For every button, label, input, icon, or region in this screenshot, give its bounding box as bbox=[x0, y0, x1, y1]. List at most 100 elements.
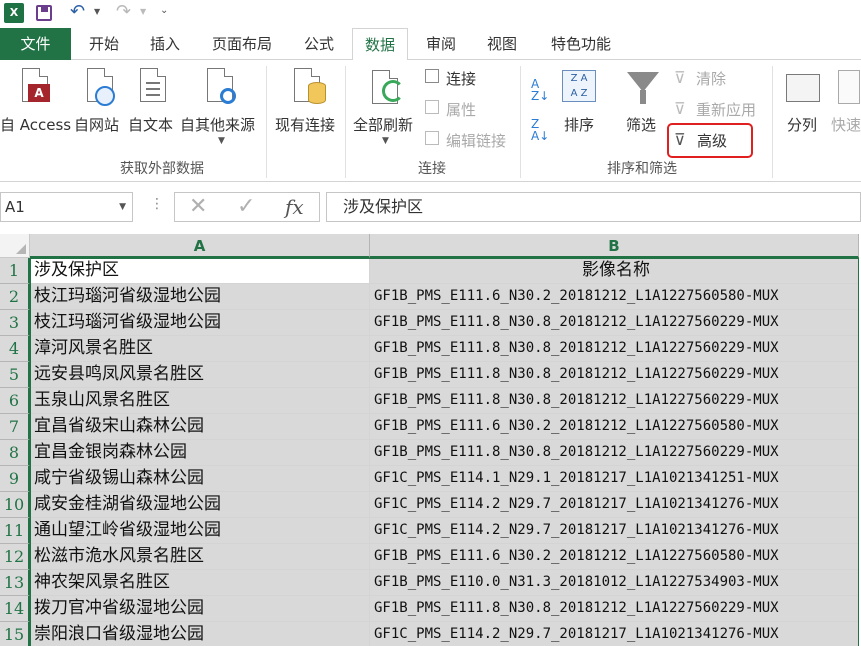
customize-icon[interactable]: ⌄ bbox=[160, 5, 168, 16]
from-other-label: 自其他来源 bbox=[180, 116, 256, 134]
row-header[interactable]: 13 bbox=[0, 570, 30, 596]
cell-a[interactable]: 远安县鸣凤风景名胜区 bbox=[30, 362, 370, 388]
row-header[interactable]: 12 bbox=[0, 544, 30, 570]
tab-page-layout[interactable]: 页面布局 bbox=[200, 28, 284, 60]
enter-icon[interactable]: ✓ bbox=[237, 193, 255, 221]
redo-dropdown-icon[interactable]: ▼ bbox=[140, 7, 146, 16]
edit-links-label: 编辑链接 bbox=[446, 132, 507, 150]
row-header[interactable]: 6 bbox=[0, 388, 30, 414]
row-header[interactable]: 14 bbox=[0, 596, 30, 622]
cell-b[interactable]: GF1B_PMS_E111.8_N30.8_20181212_L1A122756… bbox=[370, 336, 859, 362]
row-header[interactable]: 9 bbox=[0, 466, 30, 492]
cell-a[interactable]: 通山望江岭省级湿地公园 bbox=[30, 518, 370, 544]
cell-b[interactable]: GF1C_PMS_E114.1_N29.1_20181217_L1A102134… bbox=[370, 466, 859, 492]
tab-review[interactable]: 审阅 bbox=[414, 28, 468, 60]
cell-a[interactable]: 拨刀官冲省级湿地公园 bbox=[30, 596, 370, 622]
column-header-a[interactable]: A bbox=[30, 234, 370, 258]
undo-dropdown-icon[interactable]: ▼ bbox=[94, 7, 100, 16]
other-sources-icon bbox=[220, 88, 236, 104]
text-lines-icon bbox=[146, 82, 160, 84]
reapply-icon: ⊽ bbox=[674, 99, 686, 118]
formula-input[interactable]: 涉及保护区 bbox=[326, 192, 861, 222]
quick-access-toolbar: X ↶ ▼ ↷ ▼ ⌄ bbox=[0, 0, 861, 28]
worksheet-grid: A B 1 涉及保护区 影像名称 2 枝江玛瑙河省级湿地公园 GF1B_PMS_E111.… bbox=[0, 234, 861, 646]
cell-a[interactable]: 枝江玛瑙河省级湿地公园 bbox=[30, 284, 370, 310]
row-header[interactable]: 10 bbox=[0, 492, 30, 518]
cell-b[interactable]: 影像名称 bbox=[370, 258, 859, 284]
name-box-value: A1 bbox=[5, 198, 25, 216]
row-header[interactable]: 11 bbox=[0, 518, 30, 544]
sort-za-icon[interactable]: Z A↓ bbox=[531, 118, 549, 142]
refresh-icon bbox=[382, 80, 404, 102]
cell-a[interactable]: 宜昌省级宋山森林公园 bbox=[30, 414, 370, 440]
name-box[interactable]: A1 ▼ bbox=[0, 192, 133, 222]
edit-links-icon bbox=[425, 131, 439, 145]
cell-b[interactable]: GF1B_PMS_E111.8_N30.8_20181212_L1A122756… bbox=[370, 388, 859, 414]
cell-a[interactable]: 松滋市洈水风景名胜区 bbox=[30, 544, 370, 570]
cell-b[interactable]: GF1B_PMS_E111.6_N30.2_20181212_L1A122756… bbox=[370, 544, 859, 570]
cell-a[interactable]: 神农架风景名胜区 bbox=[30, 570, 370, 596]
formula-buttons: ✕ ✓ fx bbox=[174, 192, 320, 222]
tab-special[interactable]: 特色功能 bbox=[538, 28, 624, 60]
group-label-connections: 连接 bbox=[418, 161, 446, 177]
properties-icon bbox=[425, 100, 439, 114]
row-header[interactable]: 7 bbox=[0, 414, 30, 440]
insert-function-icon[interactable]: fx bbox=[285, 193, 304, 221]
cell-a[interactable]: 咸安金桂湖省级湿地公园 bbox=[30, 492, 370, 518]
sort-az-icon[interactable]: A Z↓ bbox=[531, 78, 549, 102]
chevron-down-icon[interactable]: ▼ bbox=[119, 193, 126, 221]
cell-b[interactable]: GF1B_PMS_E111.8_N30.8_20181212_L1A122756… bbox=[370, 440, 859, 466]
tab-file[interactable]: 文件 bbox=[0, 28, 71, 60]
cell-b[interactable]: GF1B_PMS_E111.8_N30.8_20181212_L1A122756… bbox=[370, 596, 859, 622]
advanced-label: 高级 bbox=[697, 132, 728, 150]
cell-a[interactable]: 枝江玛瑙河省级湿地公园 bbox=[30, 310, 370, 336]
cell-b[interactable]: GF1C_PMS_E114.2_N29.7_20181217_L1A102134… bbox=[370, 622, 859, 646]
row-header[interactable]: 5 bbox=[0, 362, 30, 388]
refresh-all-label: 全部刷新 bbox=[353, 116, 414, 134]
ribbon: A 自 Access 自网站 自文本 自其他来源 ▼ 现有连接 获取外部数据 全… bbox=[0, 60, 861, 182]
properties-label: 属性 bbox=[446, 101, 477, 119]
connections-icon bbox=[425, 69, 439, 83]
row-header[interactable]: 1 bbox=[0, 258, 30, 284]
column-header-b[interactable]: B bbox=[370, 234, 859, 258]
row-header[interactable]: 4 bbox=[0, 336, 30, 362]
cell-b[interactable]: GF1B_PMS_E111.8_N30.8_20181212_L1A122756… bbox=[370, 362, 859, 388]
cell-b[interactable]: GF1B_PMS_E111.6_N30.2_20181212_L1A122756… bbox=[370, 284, 859, 310]
clear-label: 清除 bbox=[696, 70, 727, 88]
row-header[interactable]: 3 bbox=[0, 310, 30, 336]
cell-a[interactable]: 宜昌金银岗森林公园 bbox=[30, 440, 370, 466]
chevron-down-icon: ▼ bbox=[382, 136, 389, 146]
cancel-icon[interactable]: ✕ bbox=[189, 193, 207, 221]
cell-a[interactable]: 玉泉山风景名胜区 bbox=[30, 388, 370, 414]
connections-label: 连接 bbox=[446, 70, 477, 88]
sort-label: 排序 bbox=[564, 116, 595, 134]
cell-a[interactable]: 咸宁省级锡山森林公园 bbox=[30, 466, 370, 492]
cell-b[interactable]: GF1B_PMS_E111.6_N30.2_20181212_L1A122756… bbox=[370, 414, 859, 440]
cell-a[interactable]: 漳河风景名胜区 bbox=[30, 336, 370, 362]
access-label: 自 Access bbox=[0, 116, 72, 134]
text-doc-icon bbox=[140, 68, 166, 102]
tab-insert[interactable]: 插入 bbox=[138, 28, 192, 60]
save-icon[interactable] bbox=[36, 5, 52, 21]
row-header[interactable]: 2 bbox=[0, 284, 30, 310]
tab-home[interactable]: 开始 bbox=[76, 28, 132, 60]
cell-b[interactable]: GF1C_PMS_E114.2_N29.7_20181217_L1A102134… bbox=[370, 492, 859, 518]
database-icon bbox=[308, 82, 326, 104]
tab-view[interactable]: 视图 bbox=[474, 28, 530, 60]
cell-a[interactable]: 涉及保护区 bbox=[30, 258, 370, 284]
undo-icon[interactable]: ↶ bbox=[70, 1, 85, 22]
tab-data[interactable]: 数据 bbox=[352, 28, 408, 61]
row-header[interactable]: 8 bbox=[0, 440, 30, 466]
cell-a[interactable]: 崇阳浪口省级湿地公园 bbox=[30, 622, 370, 646]
row-header[interactable]: 15 bbox=[0, 622, 30, 646]
tab-formulas[interactable]: 公式 bbox=[292, 28, 346, 60]
ribbon-tabs: 文件 开始 插入 页面布局 公式 数据 审阅 视图 特色功能 bbox=[0, 28, 861, 61]
group-label-sort-filter: 排序和筛选 bbox=[607, 161, 677, 177]
filter-stem-icon bbox=[640, 90, 646, 104]
cell-b[interactable]: GF1B_PMS_E111.8_N30.8_20181212_L1A122756… bbox=[370, 310, 859, 336]
cell-b[interactable]: GF1C_PMS_E114.2_N29.7_20181217_L1A102134… bbox=[370, 518, 859, 544]
redo-icon[interactable]: ↷ bbox=[116, 1, 131, 22]
flash-fill-label: 快速 bbox=[831, 116, 861, 134]
cell-b[interactable]: GF1B_PMS_E110.0_N31.3_20181012_L1A122753… bbox=[370, 570, 859, 596]
select-all-button[interactable] bbox=[0, 234, 30, 258]
